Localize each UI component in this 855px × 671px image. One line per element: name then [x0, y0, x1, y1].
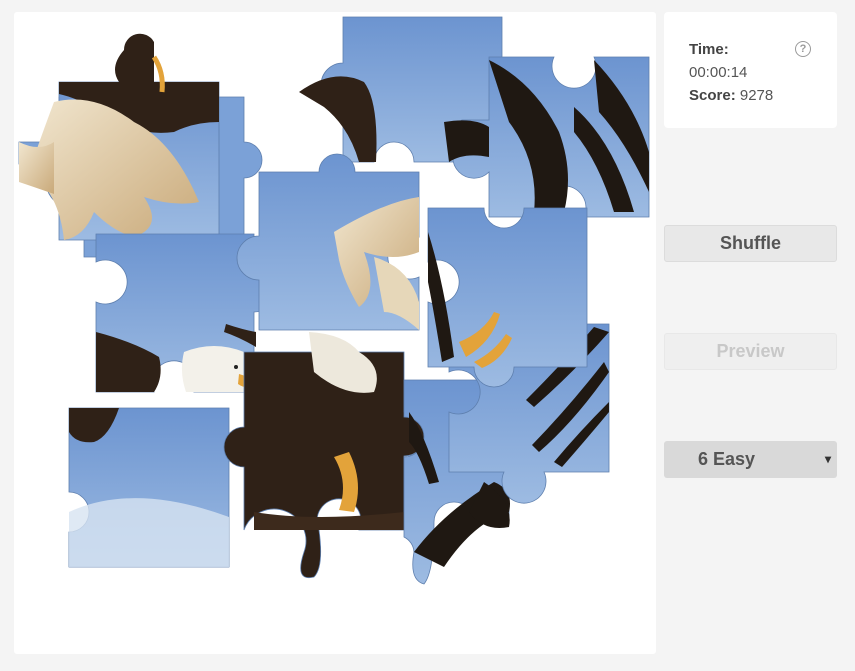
stats-panel: Time: 00:00:14 Score: 9278 ? [664, 12, 837, 128]
score-label: Score: [689, 87, 736, 104]
timer: Time: [689, 38, 837, 61]
difficulty-select[interactable]: 6 Easy ▾ [664, 441, 837, 478]
puzzle-board[interactable] [14, 12, 656, 654]
preview-button[interactable]: Preview [664, 333, 837, 370]
puzzle-piece[interactable] [68, 407, 230, 568]
puzzle-piece[interactable] [223, 332, 427, 579]
difficulty-value: 6 Easy [698, 449, 756, 469]
puzzle-canvas [18, 16, 650, 585]
puzzle-piece[interactable] [427, 207, 588, 388]
time-value: 00:00:14 [689, 64, 748, 81]
shuffle-button[interactable]: Shuffle [664, 225, 837, 262]
help-icon[interactable]: ? [795, 41, 811, 57]
puzzle-piece[interactable] [18, 33, 263, 258]
score: Score: 9278 [689, 84, 837, 107]
score-value: 9278 [739, 87, 774, 104]
puzzle-piece[interactable] [236, 153, 420, 331]
chevron-down-icon: ▾ [824, 452, 831, 466]
time-label: Time: [689, 41, 729, 58]
